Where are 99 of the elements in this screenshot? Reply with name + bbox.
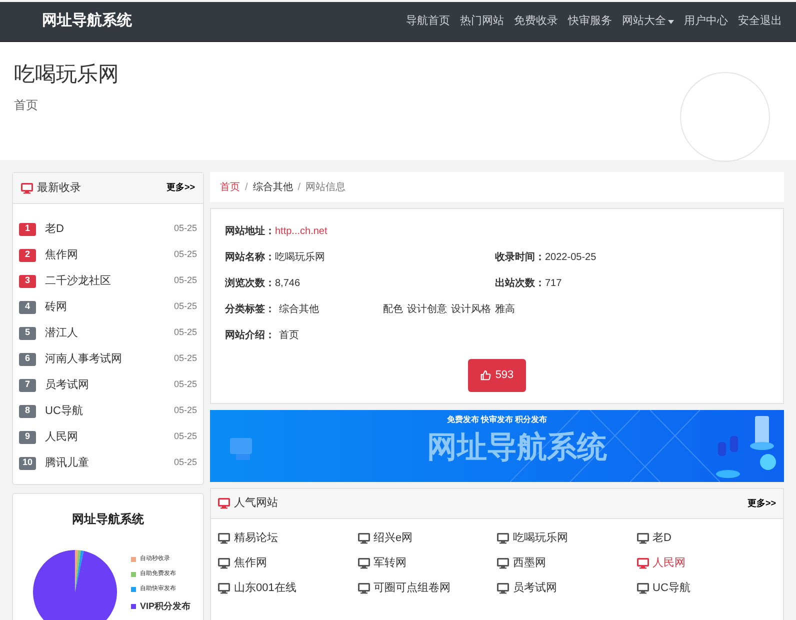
- monitor-icon: [218, 498, 230, 509]
- rank-badge: 4: [19, 300, 36, 314]
- monitor-icon: [218, 558, 230, 568]
- field-label: 网站名称：: [225, 250, 275, 264]
- nav-link[interactable]: 网站大全: [622, 13, 674, 30]
- more-link[interactable]: 更多>>: [747, 496, 776, 510]
- site-link[interactable]: 砖网: [45, 298, 67, 316]
- monitor-icon: [636, 558, 648, 568]
- monitor-icon: [218, 532, 230, 544]
- field-label: 浏览次数：: [225, 276, 275, 290]
- site-link[interactable]: 人民网: [652, 554, 686, 572]
- tag-link[interactable]: 设计风格: [451, 302, 491, 316]
- site-title: 吃喝玩乐网: [14, 62, 119, 88]
- field-label: 分类标签：: [225, 302, 275, 316]
- nav-link[interactable]: 导航首页: [406, 13, 450, 30]
- date-text: 05-25: [174, 352, 197, 366]
- site-link[interactable]: 西墨网: [513, 554, 546, 572]
- more-link[interactable]: 更多>>: [166, 181, 195, 195]
- rank-badge: 8: [19, 404, 36, 418]
- field-value: 2022-05-25: [545, 250, 596, 264]
- date-text: 05-25: [174, 222, 197, 236]
- rank-badge: 9: [19, 430, 36, 444]
- site-link[interactable]: 可圈可点组卷网: [374, 580, 450, 596]
- monitor-icon: [636, 582, 648, 594]
- rank-badge: 5: [19, 326, 36, 340]
- site-link[interactable]: 二千沙龙社区: [45, 272, 111, 290]
- date-text: 05-25: [174, 274, 197, 288]
- monitor-icon: [358, 582, 370, 594]
- monitor-icon: [218, 582, 230, 594]
- nav-link[interactable]: 安全退出: [738, 13, 782, 30]
- card-title: 人气网站: [234, 496, 278, 512]
- tag-link[interactable]: 雅高: [495, 302, 515, 316]
- date-text: 05-25: [174, 378, 197, 392]
- site-link[interactable]: 绍兴e网: [374, 530, 413, 546]
- card-title: 最新收录: [37, 180, 81, 196]
- site-link[interactable]: 员考试网: [45, 376, 89, 394]
- breadcrumb-separator: /: [298, 180, 301, 194]
- banner-slogan: 免费发布 快审发布 积分发布: [446, 414, 548, 426]
- site-link[interactable]: 潜江人: [45, 324, 78, 342]
- date-text: 05-25: [174, 456, 197, 470]
- date-text: 05-25: [174, 326, 197, 340]
- legend-label: VIP积分发布: [140, 600, 191, 613]
- site-link[interactable]: 人民网: [45, 428, 78, 446]
- monitor-icon: [21, 182, 33, 194]
- monitor-icon: [636, 532, 648, 544]
- date-text: 05-25: [174, 404, 197, 418]
- site-link[interactable]: 河南人事考试网: [45, 350, 122, 368]
- site-link[interactable]: UC导航: [45, 402, 83, 420]
- site-link[interactable]: 老D: [45, 220, 64, 238]
- rank-badge: 10: [19, 456, 36, 470]
- site-link[interactable]: 焦作网: [45, 246, 78, 264]
- like-button[interactable]: 593: [468, 359, 526, 392]
- date-text: 05-25: [174, 248, 197, 262]
- tag-link[interactable]: 综合其他: [279, 302, 319, 316]
- nav-link[interactable]: 热门网站: [460, 13, 504, 30]
- site-link[interactable]: 老D: [652, 530, 672, 546]
- breadcrumb-link[interactable]: 首页: [220, 180, 240, 194]
- banner-title: 网址导航系统: [427, 430, 607, 466]
- monitor-icon: [497, 582, 509, 594]
- tag-link[interactable]: 配色: [383, 302, 403, 316]
- brand-title[interactable]: 网址导航系统: [42, 10, 132, 33]
- field-value: 8,746: [275, 276, 300, 290]
- rank-badge: 1: [19, 222, 36, 236]
- date-text: 05-25: [174, 430, 197, 444]
- field-label: 收录时间：: [495, 250, 545, 264]
- nav-link[interactable]: 免费收录: [514, 13, 558, 30]
- breadcrumb-link[interactable]: 综合其他: [252, 180, 293, 194]
- field-value: 首页: [279, 328, 299, 342]
- date-text: 05-25: [174, 300, 197, 314]
- rank-badge: 7: [19, 378, 36, 392]
- monitor-icon: [358, 532, 370, 544]
- thumbs-up-icon: [480, 370, 492, 381]
- rank-badge: 6: [19, 352, 36, 366]
- site-link[interactable]: 员考试网: [513, 580, 557, 596]
- field-label: 网站介绍：: [225, 328, 275, 342]
- field-label: 出站次数：: [495, 276, 545, 290]
- site-link[interactable]: 腾讯儿童: [45, 454, 89, 472]
- monitor-icon: [497, 558, 509, 568]
- rank-badge: 3: [19, 274, 36, 288]
- site-link[interactable]: 精易论坛: [234, 530, 278, 546]
- site-link[interactable]: UC导航: [652, 580, 690, 596]
- chart-title: 网址导航系统: [72, 511, 144, 528]
- field-value: 717: [545, 276, 562, 290]
- site-link[interactable]: 焦作网: [234, 554, 267, 572]
- tag-link[interactable]: 设计创意: [407, 302, 447, 316]
- field-label: 网站地址：: [225, 224, 275, 238]
- monitor-icon: [497, 532, 509, 544]
- field-value: 吃喝玩乐网: [275, 250, 325, 264]
- monitor-icon: [358, 558, 370, 568]
- breadcrumb-separator: /: [245, 180, 248, 194]
- site-link[interactable]: 山东001在线: [234, 580, 296, 596]
- site-link[interactable]: 吃喝玩乐网: [513, 530, 568, 546]
- rank-badge: 2: [19, 248, 36, 262]
- breadcrumb-current: 网站信息: [306, 180, 346, 194]
- site-url-link[interactable]: http...ch.net: [275, 224, 328, 238]
- nav-link[interactable]: 快审服务: [568, 13, 612, 30]
- site-subtitle: 首页: [14, 97, 39, 114]
- nav-link[interactable]: 用户中心: [684, 13, 728, 30]
- site-link[interactable]: 军转网: [374, 554, 406, 572]
